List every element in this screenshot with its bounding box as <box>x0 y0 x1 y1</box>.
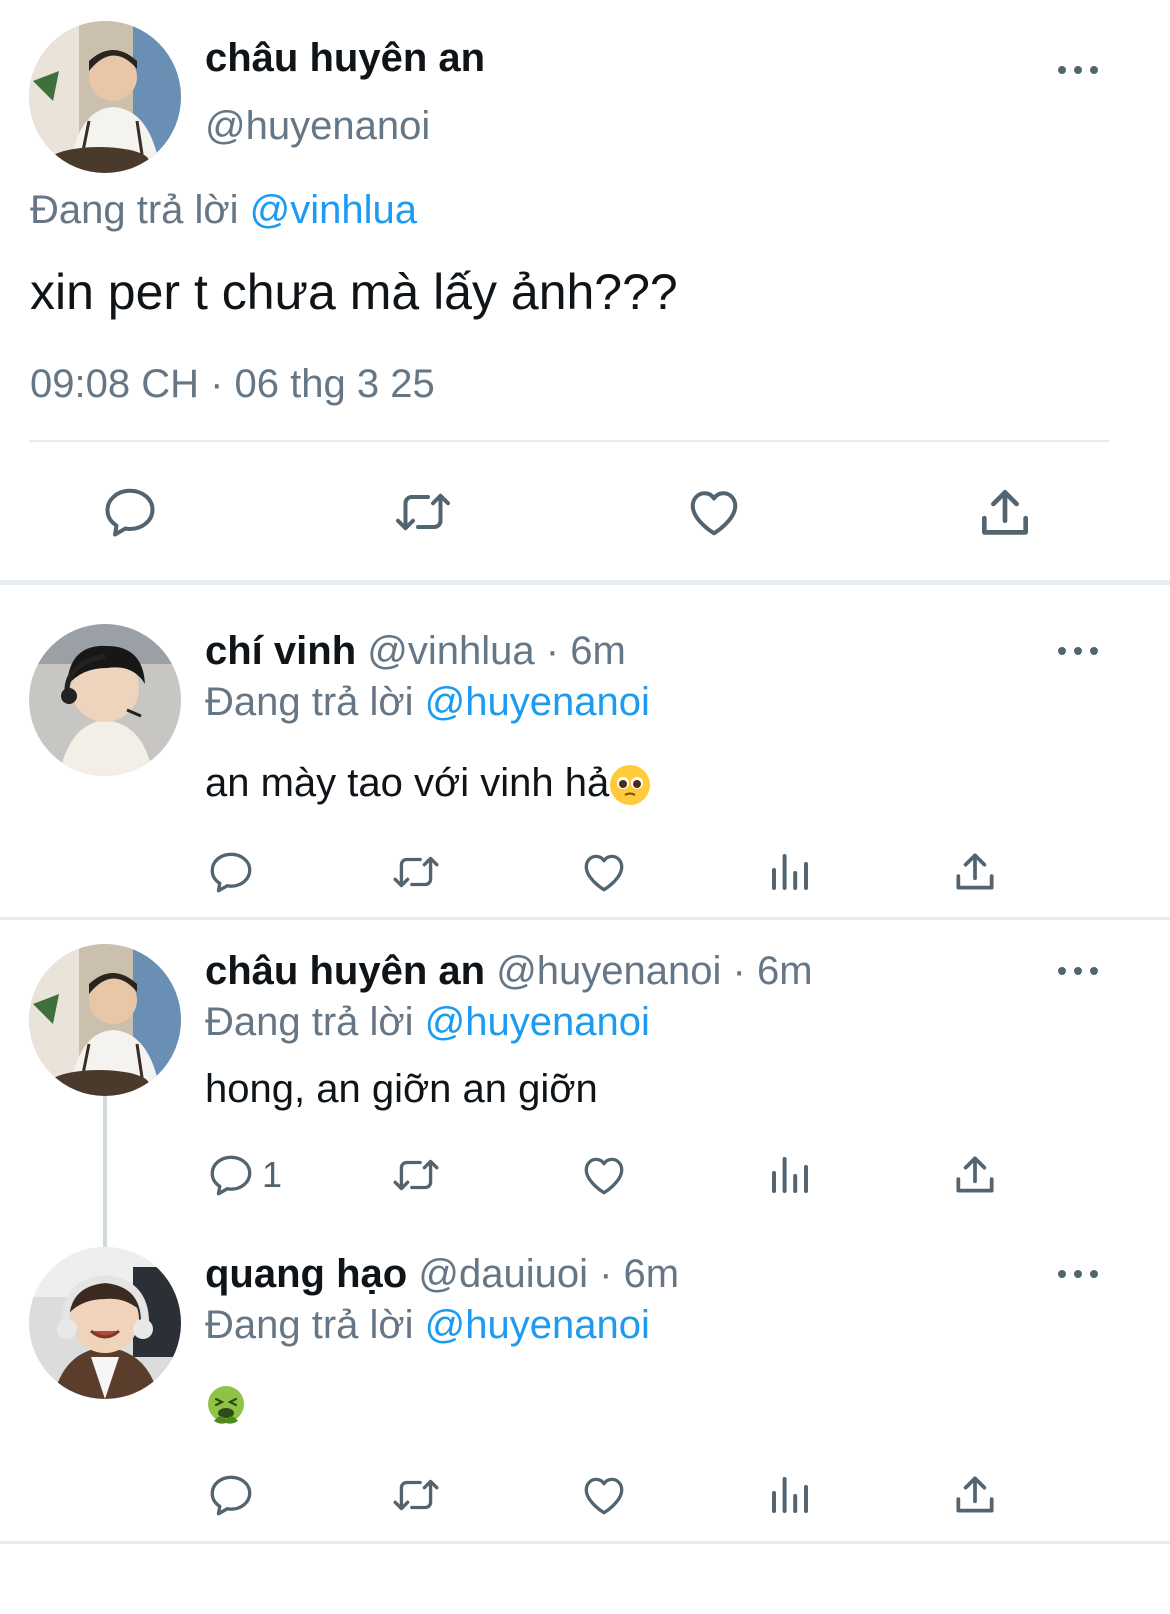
retweet-icon <box>387 847 445 897</box>
analytics-button[interactable] <box>766 1150 814 1200</box>
analytics-button[interactable] <box>766 847 814 897</box>
reply-icon <box>206 847 256 897</box>
replying-to: Đang trả lời @huyenanoi <box>205 1301 650 1349</box>
author-handle[interactable]: @dauiuoi <box>418 1252 588 1296</box>
more-options-icon[interactable] <box>1058 644 1098 658</box>
author-handle[interactable]: @vinhlua <box>367 629 534 673</box>
tweet-time[interactable]: · 6m <box>599 1252 679 1296</box>
replying-to-label: Đang trả lời <box>205 680 414 724</box>
heart-icon <box>578 1470 630 1520</box>
section-separator <box>0 1541 1170 1544</box>
section-separator <box>0 917 1170 920</box>
retweet-button[interactable] <box>388 482 458 542</box>
replying-to-label: Đang trả lời <box>205 1303 414 1347</box>
replying-to-label: Đang trả lời <box>205 1000 414 1044</box>
replying-to-handle[interactable]: @huyenanoi <box>425 680 650 724</box>
reply-header: chí vinh @vinhlua · 6m <box>205 627 626 675</box>
reply-button[interactable] <box>100 482 160 542</box>
retweet-icon <box>387 1470 445 1520</box>
pleading-face-icon <box>610 765 651 806</box>
replying-to-label: Đang trả lời <box>30 188 239 232</box>
reply-button[interactable] <box>206 847 256 897</box>
tweet-time[interactable]: · 6m <box>733 949 813 993</box>
reply-icon <box>206 1470 256 1520</box>
share-button[interactable] <box>950 847 1000 897</box>
replying-to: Đang trả lời @huyenanoi <box>205 998 650 1046</box>
heart-icon <box>578 1150 630 1200</box>
author-name[interactable]: quang hạo <box>205 1252 407 1296</box>
replying-to: Đang trả lời @huyenanoi <box>205 678 650 726</box>
like-button[interactable] <box>683 482 745 542</box>
share-icon <box>950 847 1000 897</box>
thread-connector-line <box>103 1096 107 1248</box>
avatar[interactable] <box>29 944 181 1096</box>
heart-icon <box>683 482 745 542</box>
avatar[interactable] <box>29 21 181 173</box>
retweet-button[interactable] <box>387 847 445 897</box>
share-button[interactable] <box>974 482 1036 544</box>
stats-icon <box>766 847 814 897</box>
analytics-button[interactable] <box>766 1470 814 1520</box>
tweet-text: hong, an giỡn an giỡn <box>205 1067 598 1111</box>
reply-button[interactable] <box>206 1470 256 1520</box>
author-handle[interactable]: @huyenanoi <box>205 102 430 150</box>
replying-to: Đang trả lời @vinhlua <box>30 186 417 234</box>
reply-count: 1 <box>262 1154 283 1195</box>
author-name[interactable]: chí vinh <box>205 629 356 673</box>
replying-to-handle[interactable]: @huyenanoi <box>425 1303 650 1347</box>
share-button[interactable] <box>950 1470 1000 1520</box>
more-options-icon[interactable] <box>1058 63 1098 77</box>
reply-button[interactable]: 1 <box>206 1150 282 1200</box>
share-button[interactable] <box>950 1150 1000 1200</box>
reply-icon <box>100 482 160 542</box>
stats-icon <box>766 1470 814 1520</box>
reply-header: quang hạo @dauiuoi · 6m <box>205 1250 679 1298</box>
heart-icon <box>578 847 630 897</box>
tweet-time[interactable]: · 6m <box>546 629 626 673</box>
author-name[interactable]: châu huyên an <box>205 34 485 82</box>
share-icon <box>950 1470 1000 1520</box>
share-icon <box>950 1150 1000 1200</box>
tweet-text: an mày tao với vinh hả <box>205 759 651 807</box>
reply-header: châu huyên an @huyenanoi · 6m <box>205 947 813 995</box>
section-separator <box>0 580 1170 585</box>
retweet-button[interactable] <box>387 1150 445 1200</box>
reply-icon <box>206 1150 256 1200</box>
tweet-text-content: an mày tao với vinh hả <box>205 761 610 805</box>
replying-to-handle[interactable]: @vinhlua <box>250 188 417 232</box>
more-options-icon[interactable] <box>1058 1267 1098 1281</box>
retweet-icon <box>388 482 458 542</box>
divider <box>29 440 1109 442</box>
author-name[interactable]: châu huyên an <box>205 949 485 993</box>
author-handle[interactable]: @huyenanoi <box>496 949 721 993</box>
replying-to-handle[interactable]: @huyenanoi <box>425 1000 650 1044</box>
vomiting-face-icon <box>206 1385 246 1425</box>
like-button[interactable] <box>578 1470 630 1520</box>
like-button[interactable] <box>578 1150 630 1200</box>
avatar[interactable] <box>29 1247 181 1399</box>
more-options-icon[interactable] <box>1058 964 1098 978</box>
tweet-text: xin per t chưa mà lấy ảnh??? <box>30 264 678 320</box>
retweet-button[interactable] <box>387 1470 445 1520</box>
avatar[interactable] <box>29 624 181 776</box>
like-button[interactable] <box>578 847 630 897</box>
tweet-timestamp[interactable]: 09:08 CH · 06 thg 3 25 <box>30 360 435 408</box>
retweet-icon <box>387 1150 445 1200</box>
stats-icon <box>766 1150 814 1200</box>
share-icon <box>974 482 1036 544</box>
author-name-text[interactable]: châu huyên an <box>205 36 485 80</box>
